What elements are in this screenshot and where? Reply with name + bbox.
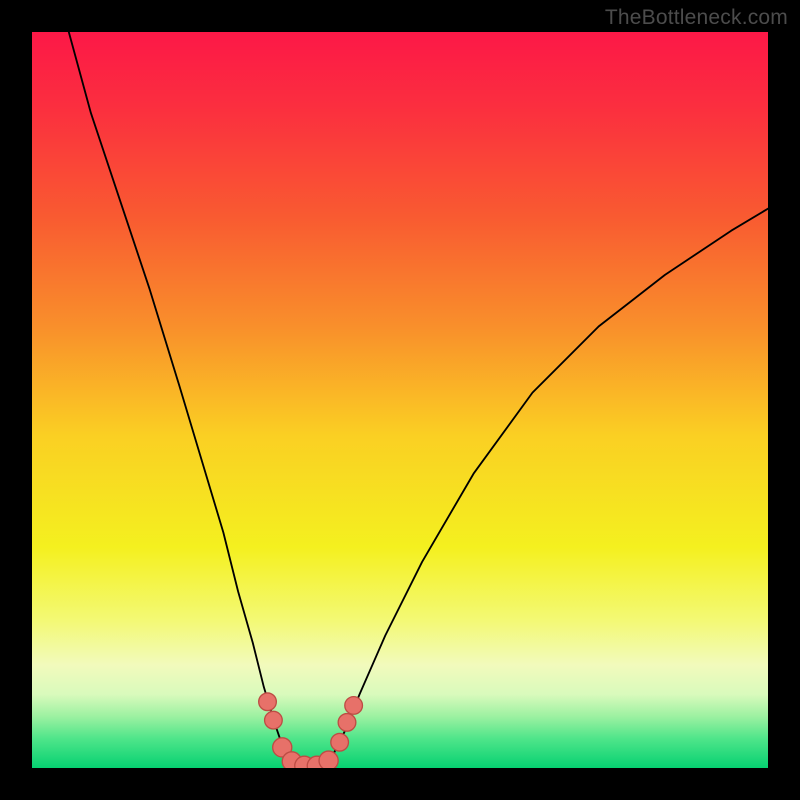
marker-point [345, 697, 363, 715]
curve-right-branch [326, 209, 768, 765]
marker-point [265, 711, 283, 729]
marker-point [331, 733, 349, 751]
frame-border: TheBottleneck.com [0, 0, 800, 800]
marker-point [259, 693, 277, 711]
plot-area [32, 32, 768, 768]
marker-point [338, 714, 356, 732]
marker-point [319, 751, 338, 768]
curve-left-branch [69, 32, 290, 764]
watermark-text: TheBottleneck.com [605, 6, 788, 30]
curve-layer [32, 32, 768, 768]
